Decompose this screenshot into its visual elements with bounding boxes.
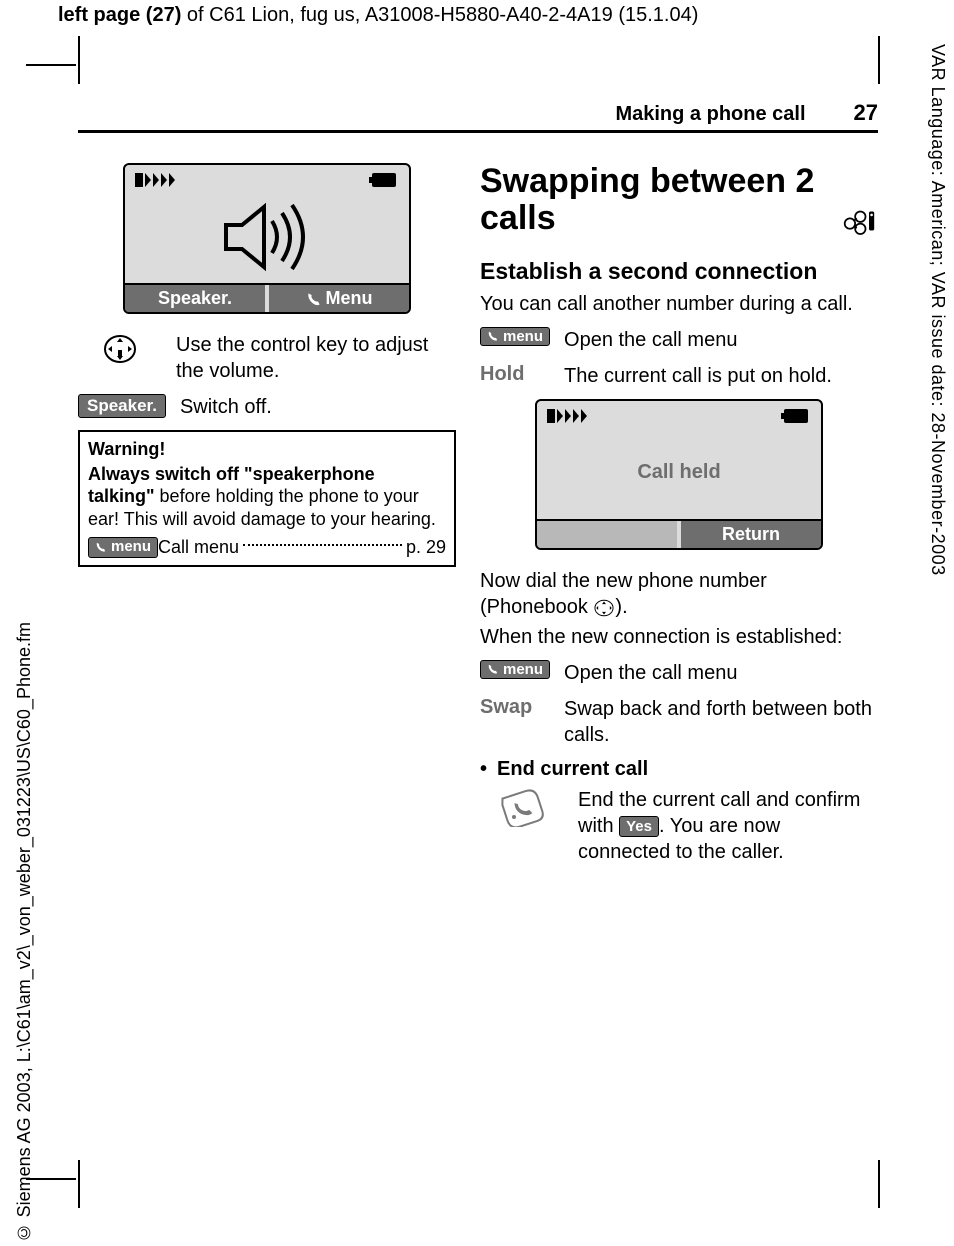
hold-desc: The current call is put on hold. xyxy=(564,363,878,389)
call-icon xyxy=(487,330,499,342)
heading-swap: Swapping between 2 calls xyxy=(480,163,843,238)
intro-text: You can call another number during a cal… xyxy=(480,291,878,317)
control-key-icon xyxy=(593,598,615,618)
call-icon xyxy=(306,291,322,307)
hangup-key-icon xyxy=(480,787,564,827)
menu-softkey-pill: menu xyxy=(88,537,158,558)
margin-note-left: © Siemens AG 2003, L:\C61\am_v2\_von_web… xyxy=(14,622,35,1242)
signal-icon xyxy=(135,171,183,189)
crop-mark xyxy=(878,36,880,84)
speaker-off-hint: Switch off. xyxy=(180,394,456,420)
established-text: When the new connection is established: xyxy=(480,624,878,650)
call-icon xyxy=(487,663,499,675)
open-menu-text: Open the call menu xyxy=(564,327,878,353)
end-call-desc: End the current call and confirm with Ye… xyxy=(578,787,878,865)
crop-mark xyxy=(78,1160,80,1208)
call-menu-xref: menu Call menu p. 29 xyxy=(88,536,446,559)
warning-body: Always switch off "speakerphone talking"… xyxy=(88,463,446,531)
heading-establish: Establish a second connection xyxy=(480,258,878,285)
section-title: Making a phone call xyxy=(615,103,805,126)
control-key-icon xyxy=(78,332,162,366)
softkey-right: Menu xyxy=(269,285,409,312)
warning-title: Warning! xyxy=(88,438,446,461)
crop-mark xyxy=(878,1160,880,1208)
softkey-right-return: Return xyxy=(681,521,821,548)
dial-new-text: Now dial the new phone number (Phonebook… xyxy=(480,568,878,620)
prod-header-rest: of C61 Lion, fug us, A31008-H5880-A40-2-… xyxy=(181,4,698,26)
yes-softkey-pill: Yes xyxy=(619,816,659,838)
warning-box: Warning! Always switch off "speakerphone… xyxy=(78,430,456,567)
crop-mark xyxy=(26,64,76,66)
menu-softkey-pill: menu xyxy=(480,660,550,679)
call-icon xyxy=(95,541,107,553)
menu-softkey-pill: menu xyxy=(480,327,550,346)
margin-note-right: VAR Language: American; VAR issue date: … xyxy=(927,44,948,576)
softkey-left: Speaker. xyxy=(125,285,265,312)
softkey-left-blank: . xyxy=(537,521,677,548)
loudspeaker-icon xyxy=(220,199,314,275)
volume-hint: Use the control key to adjust the volume… xyxy=(176,332,456,384)
hold-key-label: Hold xyxy=(480,363,550,386)
bullet-dot: • xyxy=(480,758,487,781)
page-number: 27 xyxy=(854,100,878,126)
phone-screen-hold: Call held . Return xyxy=(535,399,823,550)
signal-icon xyxy=(547,407,595,425)
running-head: Making a phone call 27 xyxy=(78,100,878,133)
swap-key-label: Swap xyxy=(480,696,550,719)
crop-mark xyxy=(78,36,80,84)
open-menu-text-2: Open the call menu xyxy=(564,660,878,686)
call-held-message: Call held xyxy=(537,427,821,519)
swap-desc: Swap back and forth between both calls. xyxy=(564,696,878,748)
swap-calls-icon xyxy=(843,206,878,236)
production-header: left page (27) of C61 Lion, fug us, A310… xyxy=(58,4,698,27)
phone-screen-speaker: Speaker. Menu xyxy=(123,163,411,314)
battery-icon xyxy=(369,172,399,188)
battery-icon xyxy=(781,408,811,424)
prod-header-bold: left page (27) xyxy=(58,4,181,26)
end-current-call-heading: End current call xyxy=(497,758,648,781)
speaker-softkey-pill: Speaker. xyxy=(78,394,166,418)
